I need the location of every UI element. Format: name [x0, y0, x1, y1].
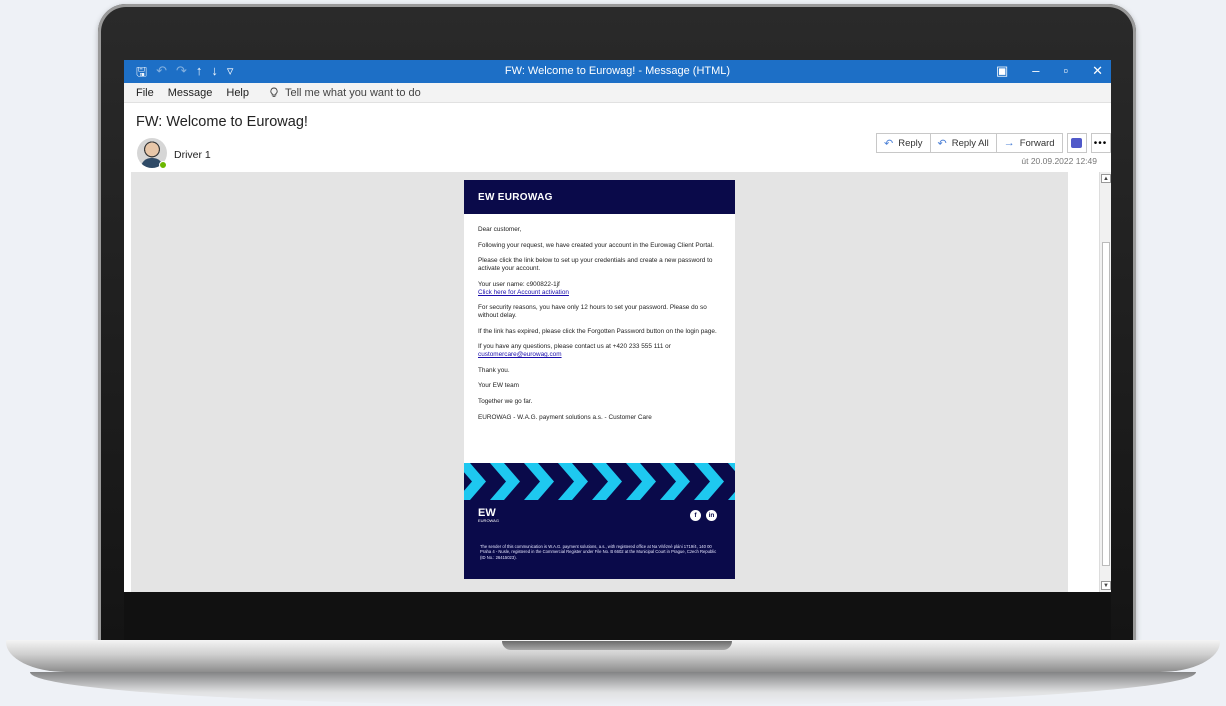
username-line: Your user name: c900822-1jf [478, 280, 560, 288]
forward-button[interactable]: → Forward [996, 133, 1063, 153]
linkedin-icon[interactable]: in [706, 510, 717, 521]
forward-label: Forward [1019, 137, 1055, 149]
email-brand-header: EW EUROWAG [464, 180, 735, 214]
facebook-icon[interactable]: f [690, 510, 701, 521]
forward-icon: → [1003, 137, 1015, 149]
social-links: f in [690, 510, 717, 521]
reply-label: Reply [898, 137, 923, 149]
scroll-thumb[interactable] [1102, 242, 1110, 566]
email-paragraph: Please click the link below to set up yo… [478, 257, 713, 273]
message-date: út 20.09.2022 12:49 [1021, 156, 1097, 166]
more-actions-button[interactable]: ••• [1090, 133, 1111, 153]
email-signoff: Your EW team [478, 382, 519, 390]
laptop-notch [502, 641, 732, 650]
customer-care-email-link[interactable]: customercare@eurowag.com [478, 351, 562, 358]
window-title: FW: Welcome to Eurowag! - Message (HTML) [504, 65, 731, 77]
email-content: Dear customer, Following your request, w… [464, 214, 735, 422]
lightbulb-icon [270, 87, 278, 97]
scroll-down-icon[interactable]: ▼ [1101, 581, 1111, 590]
email-greeting: Dear customer, [478, 226, 522, 233]
menu-help[interactable]: Help [226, 87, 249, 99]
close-icon[interactable]: ✕ [1092, 63, 1103, 79]
email-paragraph: Following your request, we have created … [478, 241, 714, 249]
laptop-shadow [30, 672, 1196, 706]
title-bar: 🖫 ↶ ↷ ↑ ↓ ▿ FW: Welcome to Eurowag! - Me… [124, 60, 1111, 83]
presence-available-icon [159, 161, 167, 169]
minimize-icon[interactable]: – [1032, 63, 1039, 79]
reply-all-icon: ↶ [937, 137, 947, 150]
message-actions: ↶ Reply ↶ Reply All → Forward ••• [876, 133, 1111, 153]
tell-me-box[interactable]: Tell me what you want to do [269, 87, 421, 99]
vertical-scrollbar[interactable]: ▲ ▼ [1099, 172, 1111, 592]
email-paragraph: If the link has expired, please click th… [478, 327, 717, 335]
teams-icon[interactable] [1066, 133, 1087, 153]
laptop-bezel [124, 592, 1111, 640]
display-options-icon[interactable]: ▣ [996, 63, 1008, 79]
sender-name[interactable]: Driver 1 [174, 149, 211, 161]
email-contact: If you have any questions, please contac… [478, 343, 721, 358]
menu-bar: File Message Help Tell me what you want … [124, 83, 1111, 103]
restore-icon[interactable]: ▫ [1063, 63, 1068, 79]
chevron-banner [464, 463, 735, 500]
menu-message[interactable]: Message [168, 87, 213, 99]
menu-file[interactable]: File [136, 87, 154, 99]
reply-icon: ↶ [884, 137, 894, 150]
account-activation-link[interactable]: Click here for Account activation [478, 289, 569, 296]
footer-logo-sub: EUROWAG [478, 518, 499, 523]
scroll-up-icon[interactable]: ▲ [1101, 174, 1111, 183]
email-footer: EW EUROWAG f in The sender of this commu… [464, 500, 735, 579]
window-controls: ▣ – ▫ ✕ [996, 63, 1103, 79]
email-body: EW EUROWAG Dear customer, Following your… [464, 180, 735, 579]
email-company: EUROWAG - W.A.G. payment solutions a.s. … [478, 413, 652, 421]
reply-all-label: Reply All [951, 137, 989, 149]
eurowag-logo: EW EUROWAG [478, 508, 499, 524]
email-paragraph: For security reasons, you have only 12 h… [478, 304, 707, 319]
email-credentials: Your user name: c900822-1jf Click here f… [478, 281, 721, 296]
tell-me-text: Tell me what you want to do [285, 86, 421, 99]
teams-glyph [1071, 138, 1083, 148]
email-slogan: Together we go far. [478, 398, 533, 406]
reply-all-button[interactable]: ↶ Reply All [930, 133, 997, 153]
contact-text: If you have any questions, please contac… [478, 343, 671, 351]
outlook-window: 🖫 ↶ ↷ ↑ ↓ ▿ FW: Welcome to Eurowag! - Me… [124, 60, 1111, 592]
message-subject: FW: Welcome to Eurowag! [136, 114, 308, 130]
legal-notice: The sender of this communication is W.A.… [480, 544, 717, 560]
email-thanks: Thank you. [478, 366, 510, 374]
chevron-pattern-icon [464, 463, 735, 500]
reply-button[interactable]: ↶ Reply [876, 133, 931, 153]
respond-group: ↶ Reply ↶ Reply All → Forward [876, 133, 1063, 153]
